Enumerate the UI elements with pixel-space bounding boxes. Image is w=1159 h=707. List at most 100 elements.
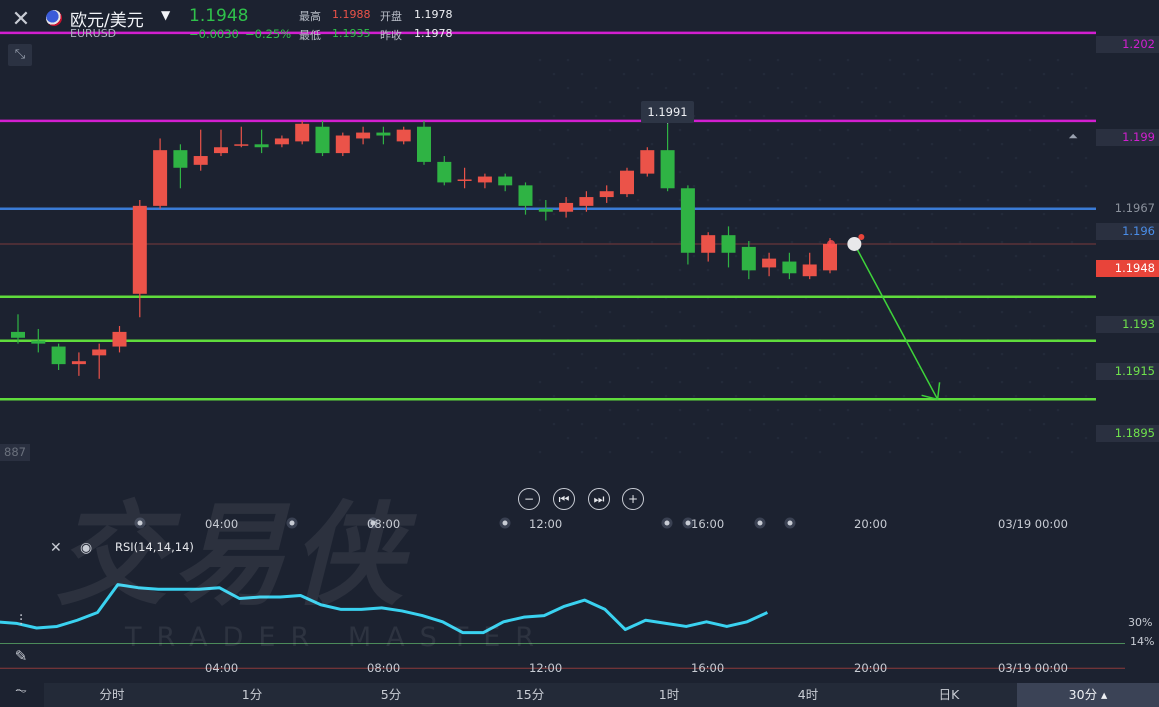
map-dot: [622, 352, 626, 356]
tf-5min[interactable]: 5分: [341, 683, 441, 707]
price-change: −0.0030: [189, 27, 239, 41]
map-dot: [916, 156, 920, 160]
alert-bell-icon[interactable]: ⏶: [1064, 129, 1082, 145]
time-label: 08:00: [367, 661, 401, 675]
map-dot: [706, 86, 710, 90]
map-dot: [846, 156, 850, 160]
map-dot: [762, 212, 766, 216]
map-dot: [860, 72, 864, 76]
current-price-label: 1.1948: [1096, 260, 1159, 277]
map-dot: [594, 156, 598, 160]
eye-icon[interactable]: ◉: [80, 540, 92, 556]
high-value: 1.1988: [332, 8, 371, 21]
map-dot: [1042, 422, 1046, 426]
indicators-icon[interactable]: ⫶: [6, 606, 36, 634]
map-dot: [706, 58, 710, 62]
map-dot: [846, 58, 850, 62]
map-dot: [608, 310, 612, 314]
map-dot: [594, 394, 598, 398]
skip-back-button[interactable]: ⏮: [553, 488, 575, 510]
map-dot: [972, 254, 976, 258]
map-dot: [1042, 324, 1046, 328]
map-dot: [986, 408, 990, 412]
line-tool-icon[interactable]: ⏦: [6, 676, 36, 704]
collapse-icon[interactable]: ⤡: [8, 44, 32, 66]
map-dot: [832, 72, 836, 76]
map-dot: [664, 86, 668, 90]
skip-forward-button[interactable]: ⏭: [588, 488, 610, 510]
map-dot: [818, 268, 822, 272]
map-dot: [762, 114, 766, 118]
map-dot: [1070, 240, 1074, 244]
map-dot: [874, 114, 878, 118]
map-dot: [986, 226, 990, 230]
close-indicator-icon[interactable]: ✕: [50, 540, 62, 556]
map-dot: [608, 198, 612, 202]
map-dot: [538, 240, 542, 244]
map-dot: [888, 58, 892, 62]
draw-pencil-icon[interactable]: ✎: [6, 642, 36, 670]
map-dot: [566, 366, 570, 370]
map-dot: [692, 282, 696, 286]
map-dot: [804, 254, 808, 258]
time-label: 12:00: [529, 517, 563, 531]
map-dot: [902, 114, 906, 118]
map-dot: [902, 422, 906, 426]
map-dot: [790, 282, 794, 286]
map-dot: [860, 422, 864, 426]
level-label-11895: 1.1895: [1096, 425, 1159, 442]
map-dot: [692, 352, 696, 356]
chevron-down-icon[interactable]: ▼: [161, 8, 170, 22]
map-dot: [734, 226, 738, 230]
map-dot: [958, 310, 962, 314]
map-dot: [720, 310, 724, 314]
map-dot: [874, 324, 878, 328]
map-dot: [762, 394, 766, 398]
tf-4h[interactable]: 4时: [758, 683, 858, 707]
tf-15min[interactable]: 15分: [480, 683, 580, 707]
map-dot: [552, 254, 556, 258]
event-marker-center: [787, 520, 793, 526]
map-dot: [930, 422, 934, 426]
map-dot: [1014, 254, 1018, 258]
map-dot: [692, 254, 696, 258]
map-dot: [678, 128, 682, 132]
last-price: 1.1948: [189, 6, 249, 26]
map-dot: [552, 72, 556, 76]
map-dot: [1084, 394, 1088, 398]
candle-body: [782, 261, 797, 274]
tf-1min[interactable]: 1分: [202, 683, 302, 707]
map-dot: [1028, 100, 1032, 104]
map-dot: [636, 366, 640, 370]
tf-daily[interactable]: 日K: [899, 683, 999, 707]
zoom-out-button[interactable]: −: [518, 488, 540, 510]
zoom-in-button[interactable]: +: [622, 488, 644, 510]
map-dot: [678, 310, 682, 314]
map-dot: [1000, 212, 1004, 216]
map-dot: [538, 170, 542, 174]
map-dot: [594, 226, 598, 230]
map-dot: [552, 422, 556, 426]
map-dot: [804, 114, 808, 118]
close-icon[interactable]: ✕: [8, 8, 34, 32]
map-dot: [1084, 324, 1088, 328]
candle-body: [823, 243, 837, 271]
map-dot: [1042, 184, 1046, 188]
tf-1h[interactable]: 1时: [619, 683, 719, 707]
map-dot: [720, 282, 724, 286]
map-dot: [972, 394, 976, 398]
map-dot: [608, 170, 612, 174]
map-dot: [1042, 114, 1046, 118]
map-dot: [552, 114, 556, 118]
map-dot: [580, 380, 584, 384]
map-dot: [622, 324, 626, 328]
tf-tick[interactable]: 分时: [62, 683, 162, 707]
candle-body: [315, 126, 330, 154]
map-dot: [636, 156, 640, 160]
map-dot: [916, 128, 920, 132]
tf-30min-selected[interactable]: 30分 ▴: [1017, 683, 1159, 707]
map-dot: [804, 436, 808, 440]
map-dot: [1042, 254, 1046, 258]
map-dot: [860, 310, 864, 314]
map-dot: [944, 156, 948, 160]
